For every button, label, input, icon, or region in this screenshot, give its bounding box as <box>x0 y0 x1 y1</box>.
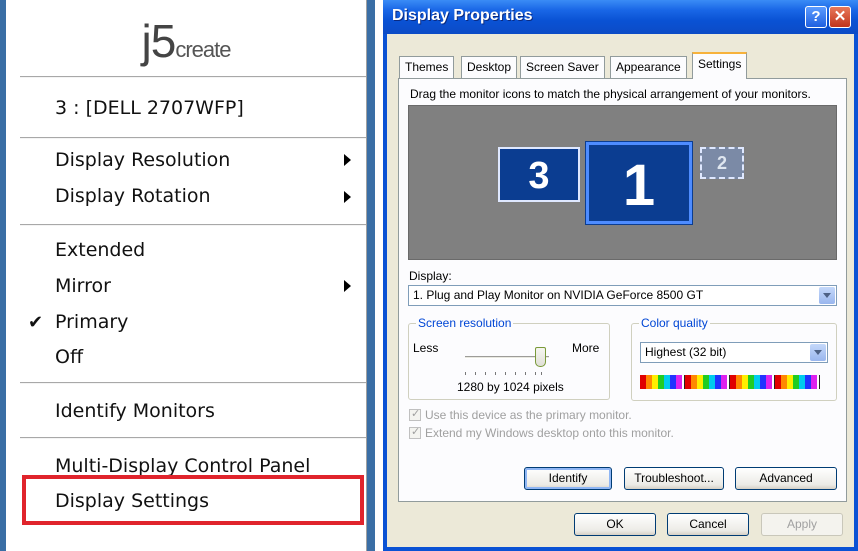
instruction-text: Drag the monitor icons to match the phys… <box>410 87 811 101</box>
display-label: Display: <box>409 269 452 283</box>
submenu-arrow-icon <box>344 154 351 166</box>
checkmark-icon: ✔ <box>28 312 44 333</box>
color-quality-value: Highest (32 bit) <box>645 345 727 359</box>
j5create-context-menu: j5create 3 : [DELL 2707WFP] Display Reso… <box>6 0 367 551</box>
tab-appearance[interactable]: Appearance <box>610 56 687 78</box>
slider-tick <box>525 372 526 375</box>
menu-item-identify-monitors[interactable]: Identify Monitors <box>55 400 215 422</box>
menu-item-extended[interactable]: Extended <box>55 239 145 261</box>
slider-tick <box>485 372 486 375</box>
cancel-button[interactable]: Cancel <box>667 513 749 536</box>
settings-tab-panel: Drag the monitor icons to match the phys… <box>398 78 847 502</box>
menu-separator <box>20 76 366 78</box>
slider-tick <box>495 372 496 375</box>
submenu-arrow-icon <box>344 280 351 292</box>
slider-tick <box>535 372 536 375</box>
extend-desktop-checkbox-label: Extend my Windows desktop onto this moni… <box>425 426 674 440</box>
advanced-button[interactable]: Advanced <box>735 467 837 490</box>
color-quality-select[interactable]: Highest (32 bit) <box>640 342 828 363</box>
color-quality-group: Color quality Highest (32 bit) <box>631 316 837 401</box>
j5create-logo: j5create <box>6 14 366 68</box>
resolution-value: 1280 by 1024 pixels <box>457 380 564 394</box>
menu-item-multi-display-control-panel[interactable]: Multi-Display Control Panel <box>55 455 310 477</box>
menu-item-display-rotation[interactable]: Display Rotation <box>55 185 211 207</box>
apply-button[interactable]: Apply <box>761 513 843 536</box>
display-select[interactable]: 1. Plug and Play Monitor on NVIDIA GeFor… <box>408 285 837 306</box>
menu-item-off[interactable]: Off <box>55 346 83 368</box>
tab-themes[interactable]: Themes <box>399 56 455 78</box>
chevron-down-icon[interactable] <box>819 287 835 304</box>
menu-item-monitor[interactable]: 3 : [DELL 2707WFP] <box>55 97 244 119</box>
ok-button[interactable]: OK <box>574 513 656 536</box>
slider-tick <box>515 372 516 375</box>
menu-separator <box>20 137 366 139</box>
monitor-2-icon[interactable]: 2 <box>700 147 744 179</box>
help-button[interactable]: ? <box>805 6 827 28</box>
monitor-3-icon[interactable]: 3 <box>498 147 580 202</box>
display-select-value: 1. Plug and Play Monitor on NVIDIA GeFor… <box>413 288 704 302</box>
tab-screen-saver[interactable]: Screen Saver <box>520 56 605 78</box>
logo-sub-text: create <box>175 37 231 62</box>
menu-item-mirror[interactable]: Mirror <box>55 275 111 297</box>
slider-less-label: Less <box>413 341 439 355</box>
slider-tick <box>541 372 542 375</box>
troubleshoot-button[interactable]: Troubleshoot... <box>624 467 724 490</box>
highlight-box <box>22 475 364 525</box>
menu-item-display-resolution[interactable]: Display Resolution <box>55 149 230 171</box>
primary-monitor-checkbox[interactable] <box>409 407 421 421</box>
slider-tick <box>465 372 466 375</box>
resolution-slider-thumb[interactable] <box>535 347 547 367</box>
desktop-strip-middle <box>367 0 375 551</box>
extend-desktop-checkbox[interactable] <box>409 425 421 439</box>
display-properties-dialog: Display Properties ? ✕ Themes Desktop Sc… <box>383 0 858 551</box>
window-title: Display Properties <box>392 7 533 24</box>
monitor-1-icon[interactable]: 1 <box>585 141 693 225</box>
screen-resolution-group: Screen resolution Less More 1280 by 1024… <box>408 316 610 400</box>
slider-more-label: More <box>572 341 600 355</box>
menu-item-primary[interactable]: Primary <box>55 311 128 333</box>
submenu-arrow-icon <box>344 191 351 203</box>
menu-separator <box>20 382 366 384</box>
close-button[interactable]: ✕ <box>829 6 851 28</box>
color-spectrum-bar <box>640 375 820 389</box>
monitor-arrangement-area: 3 1 2 <box>408 105 837 260</box>
tab-desktop[interactable]: Desktop <box>461 56 518 78</box>
dialog-client-area: Themes Desktop Screen Saver Appearance D… <box>387 34 854 547</box>
chevron-down-icon[interactable] <box>810 344 826 361</box>
title-bar[interactable]: Display Properties ? ✕ <box>383 0 858 34</box>
menu-separator <box>20 224 366 226</box>
primary-monitor-checkbox-label: Use this device as the primary monitor. <box>425 408 632 422</box>
color-quality-label: Color quality <box>639 316 710 330</box>
tab-settings[interactable]: Settings <box>692 52 748 79</box>
slider-tick <box>475 372 476 375</box>
identify-button[interactable]: Identify <box>524 467 612 490</box>
logo-main-text: j5 <box>141 15 177 67</box>
slider-tick <box>505 372 506 375</box>
screen-resolution-label: Screen resolution <box>416 316 514 330</box>
menu-separator <box>20 437 366 439</box>
